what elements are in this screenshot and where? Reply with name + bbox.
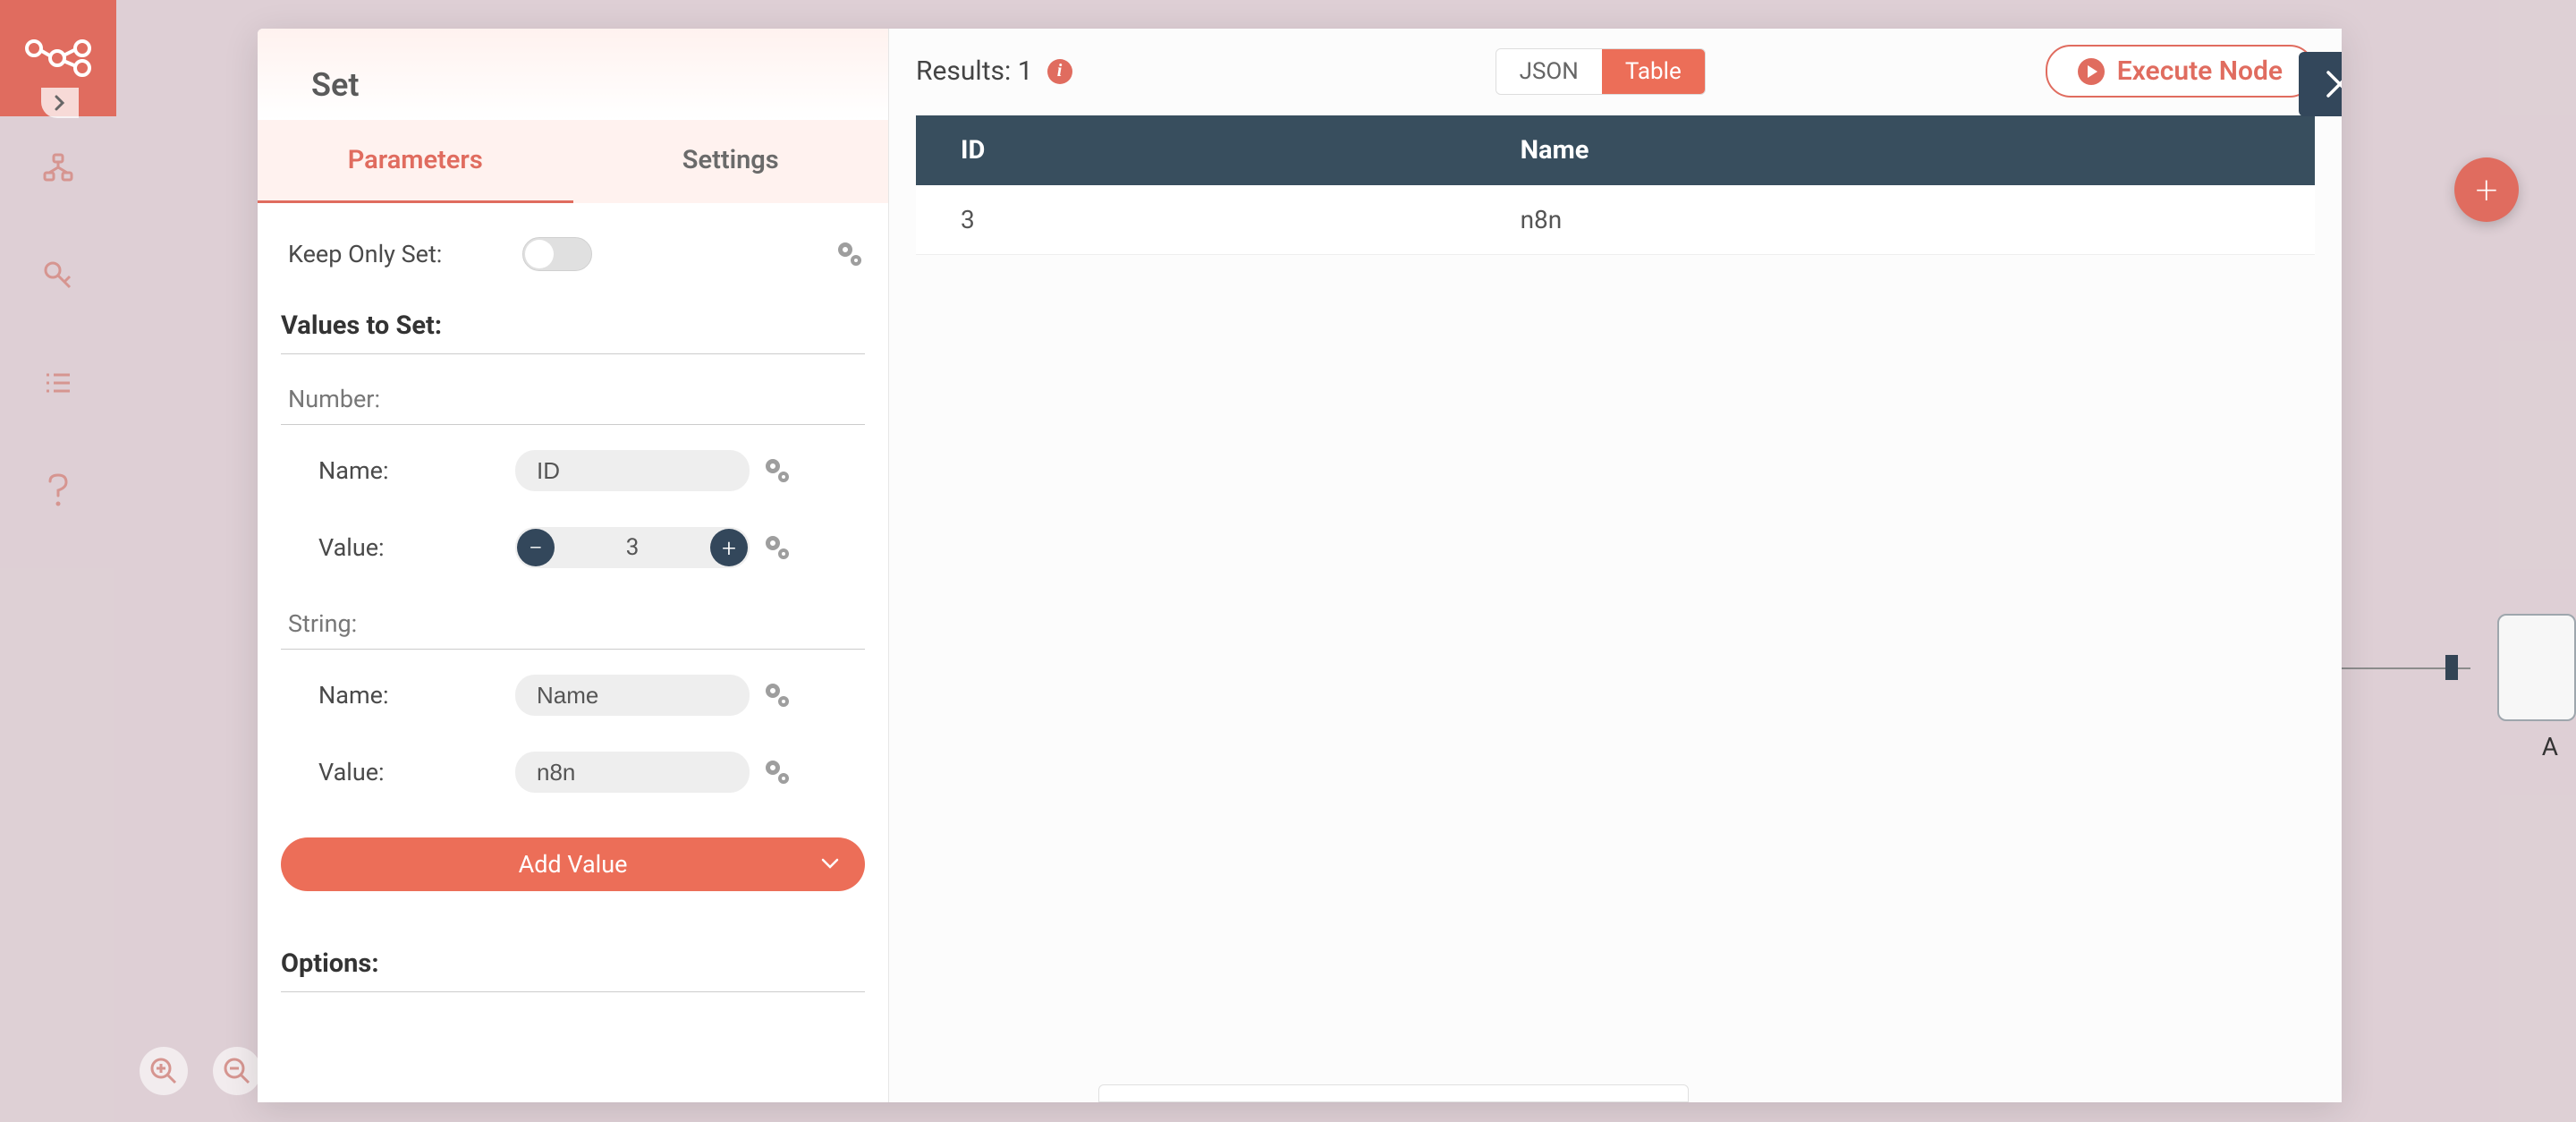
string-name-input[interactable] [515, 675, 750, 716]
string-value-input[interactable] [515, 752, 750, 793]
view-json-button[interactable]: JSON [1496, 49, 1602, 94]
node-box [2497, 614, 2576, 721]
param-options-button[interactable] [762, 455, 792, 486]
zoom-out-button[interactable] [213, 1047, 261, 1095]
workflow-icon [43, 153, 73, 183]
zoom-in-button[interactable] [140, 1047, 188, 1095]
number-value-input[interactable]: 3 [556, 534, 708, 561]
panel-tabs: Parameters Settings [258, 120, 888, 203]
gears-icon [762, 680, 792, 710]
gears-icon [762, 757, 792, 787]
nav-credentials[interactable] [42, 259, 74, 292]
increment-button[interactable]: + [710, 529, 748, 566]
info-icon[interactable]: i [1047, 59, 1072, 84]
tab-parameters[interactable]: Parameters [258, 120, 573, 203]
n8n-logo-icon [25, 39, 91, 77]
close-modal-button[interactable] [2299, 52, 2342, 116]
add-value-button[interactable]: Add Value [281, 837, 865, 891]
values-to-set-header: Values to Set: [281, 289, 865, 354]
nav-workflows[interactable] [42, 152, 74, 184]
table-header-row: ID Name [916, 115, 2315, 185]
param-options-button[interactable] [762, 757, 792, 787]
brand-logo[interactable] [0, 0, 116, 116]
results-table: ID Name 3 n8n [916, 115, 2315, 255]
keep-only-set-toggle[interactable] [522, 237, 592, 271]
cell-id: 3 [916, 185, 1476, 255]
toggle-knob [525, 240, 554, 268]
options-header: Options: [281, 927, 865, 992]
close-icon [2323, 67, 2342, 101]
string-name-label: Name: [318, 681, 515, 710]
plus-icon: + [722, 533, 736, 563]
table-row: 3 n8n [916, 185, 2315, 255]
node-title: Set [258, 29, 888, 120]
column-header-id: ID [916, 115, 1476, 185]
minus-icon: − [529, 533, 543, 563]
add-value-label: Add Value [519, 850, 628, 879]
gears-icon [762, 455, 792, 486]
question-icon [45, 472, 72, 508]
nav-help[interactable] [42, 474, 74, 506]
node-parameters-panel: Set Parameters Settings Keep Only Set: V… [258, 29, 889, 1102]
number-value-stepper: − 3 + [515, 527, 750, 568]
string-value-label: Value: [318, 758, 515, 786]
cell-name: n8n [1476, 185, 2315, 255]
param-options-button[interactable] [762, 680, 792, 710]
decrement-button[interactable]: − [517, 529, 555, 566]
canvas-node[interactable]: A [2458, 614, 2576, 762]
number-value-label: Value: [318, 533, 515, 562]
list-icon [43, 368, 73, 398]
chevron-down-icon [820, 854, 840, 873]
node-editor-modal: Set Parameters Settings Keep Only Set: V… [258, 29, 2342, 1102]
gears-icon [835, 239, 865, 269]
results-toolbar: Results: 1 i JSON Table Execute Node [889, 29, 2342, 115]
expand-sidebar-button[interactable] [41, 88, 79, 118]
bottom-panel-peek[interactable] [1098, 1084, 1689, 1102]
results-count: Results: 1 [916, 55, 1033, 87]
keep-only-set-label: Keep Only Set: [288, 240, 522, 268]
execute-node-button[interactable]: Execute Node [2046, 45, 2315, 98]
gears-icon [762, 532, 792, 563]
chevron-right-icon [52, 95, 68, 111]
number-name-input[interactable] [515, 450, 750, 491]
zoom-in-icon [149, 1057, 178, 1085]
add-node-button[interactable]: + [2454, 157, 2519, 222]
left-sidebar [0, 0, 116, 1122]
zoom-out-icon [223, 1057, 251, 1085]
nav-executions[interactable] [42, 367, 74, 399]
number-section-header: Number: [281, 361, 865, 425]
view-mode-toggle: JSON Table [1496, 48, 1706, 95]
play-icon [2078, 58, 2105, 85]
node-output-panel: Results: 1 i JSON Table Execute Node ID … [889, 29, 2342, 1102]
view-table-button[interactable]: Table [1602, 49, 1705, 94]
key-icon [43, 260, 73, 291]
param-options-button[interactable] [762, 532, 792, 563]
node-label: A [2542, 732, 2558, 761]
string-section-header: String: [281, 586, 865, 650]
param-options-button[interactable] [835, 239, 865, 269]
execute-node-label: Execute Node [2117, 55, 2283, 87]
plus-icon: + [2476, 166, 2498, 213]
number-name-label: Name: [318, 456, 515, 485]
node-input-handle[interactable] [2445, 655, 2458, 680]
tab-settings[interactable]: Settings [573, 120, 889, 203]
column-header-name: Name [1476, 115, 2315, 185]
